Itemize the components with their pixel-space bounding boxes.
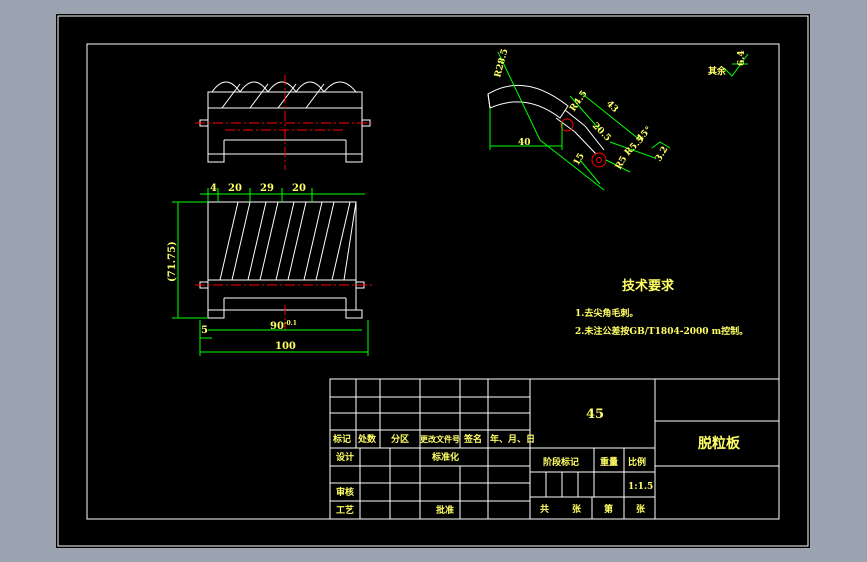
tech-req-item-2: 2.未注公差按GB/T1804-2000 m控制。 <box>575 325 748 337</box>
dim-5: 5 <box>201 325 208 336</box>
label-number: 第 <box>604 503 613 515</box>
dim-20a: 20 <box>228 183 242 194</box>
header-sign: 签名 <box>463 433 482 445</box>
label-review: 审核 <box>336 486 354 498</box>
header-date: 年、月、日 <box>490 433 535 445</box>
drawing-canvas: 4 20 29 20 (71.75) 5 90 -0.1 100 R28.5 4… <box>0 0 867 562</box>
dim-4: 4 <box>210 183 217 194</box>
roughness-value: 6.4 <box>737 50 747 66</box>
header-count: 处数 <box>357 433 377 445</box>
label-standardize: 标准化 <box>431 451 459 463</box>
header-change-doc: 更改文件号 <box>420 434 460 444</box>
dim-height: (71.75) <box>167 241 178 282</box>
label-scale: 比例 <box>628 456 646 468</box>
roughness-label: 其余 <box>708 65 727 77</box>
dim-40: 40 <box>518 138 531 148</box>
dim-90: 90 <box>270 321 284 332</box>
tech-req-item-1: 1.去尖角毛刺。 <box>575 307 638 319</box>
label-process: 工艺 <box>336 504 354 516</box>
scale-value: 1:1.5 <box>628 482 653 492</box>
label-sheet: 张 <box>572 503 582 515</box>
label-weight: 重量 <box>600 456 618 468</box>
label-sheet-2: 张 <box>636 503 646 515</box>
header-zone: 分区 <box>391 433 409 445</box>
dim-90-tol: -0.1 <box>284 320 297 327</box>
label-approve: 批准 <box>436 504 454 516</box>
label-stage-mark: 阶段标记 <box>543 456 579 468</box>
header-mark: 标记 <box>332 433 351 445</box>
tech-req-title: 技术要求 <box>622 278 675 294</box>
label-design: 设计 <box>336 451 354 463</box>
label-total: 共 <box>540 503 549 515</box>
dim-100: 100 <box>275 341 296 352</box>
part-name: 脱粒板 <box>698 435 741 452</box>
dim-20b: 20 <box>292 183 306 194</box>
material: 45 <box>586 407 604 422</box>
dim-29: 29 <box>260 183 274 194</box>
